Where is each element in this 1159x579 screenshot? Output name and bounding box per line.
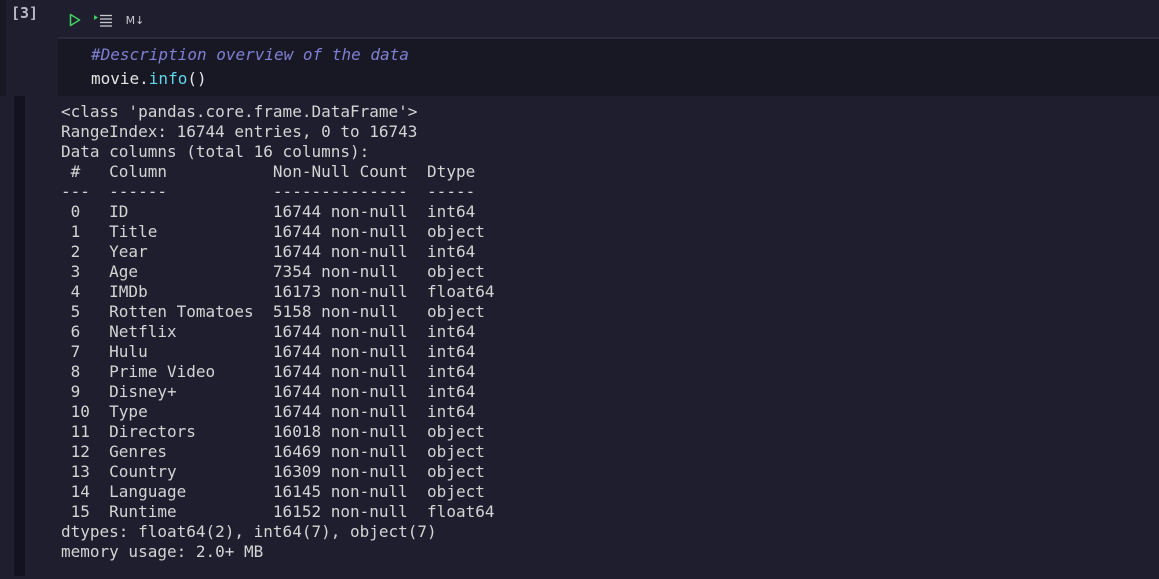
output-line: 0 ID 16744 non-null int64: [61, 202, 495, 221]
code-object: movie.: [91, 69, 149, 88]
output-line: 13 Country 16309 non-null object: [61, 462, 495, 481]
output-line: # Column Non-Null Count Dtype: [61, 162, 495, 181]
output-line: 11 Directors 16018 non-null object: [61, 422, 495, 441]
output-line: 9 Disney+ 16744 non-null int64: [61, 382, 495, 401]
code-method: info: [148, 69, 188, 88]
output-line: 1 Title 16744 non-null object: [61, 222, 495, 241]
output-line: 5 Rotten Tomatoes 5158 non-null object: [61, 302, 495, 321]
play-icon: [69, 13, 81, 27]
cell-toolbar: M↓: [58, 4, 1159, 36]
run-cell-button[interactable]: [66, 10, 84, 30]
output-text: <class 'pandas.core.frame.DataFrame'> Ran…: [61, 102, 494, 562]
output-line: 14 Language 16145 non-null object: [61, 482, 495, 501]
output-line: 7 Hulu 16744 non-null int64: [61, 342, 495, 361]
markdown-toggle-button[interactable]: M↓: [124, 10, 146, 30]
execution-count: [3]: [11, 4, 39, 22]
output-line: 6 Netflix 16744 non-null int64: [61, 322, 495, 341]
output-line: 12 Genres 16469 non-null object: [61, 442, 495, 461]
output-line: <class 'pandas.core.frame.DataFrame'>: [61, 102, 418, 121]
output-line: memory usage: 2.0+ MB: [61, 542, 264, 561]
run-below-icon: [94, 14, 112, 27]
cell-gutter: [0, 0, 6, 96]
output-line: 2 Year 16744 non-null int64: [61, 242, 495, 261]
output-line: RangeIndex: 16744 entries, 0 to 16743: [61, 122, 418, 141]
output-line: dtypes: float64(2), int64(7), object(7): [61, 522, 437, 541]
notebook-cell: [3] M↓ #Description overview of the data…: [0, 0, 1159, 579]
output-line: 8 Prime Video 16744 non-null int64: [61, 362, 495, 381]
run-below-button[interactable]: [92, 10, 114, 30]
output-line: 4 IMDb 16173 non-null float64: [61, 282, 495, 301]
output-line: Data columns (total 16 columns):: [61, 142, 370, 161]
output-collapse-bar[interactable]: [14, 96, 25, 576]
output-line: 10 Type 16744 non-null int64: [61, 402, 495, 421]
output-line: --- ------ -------------- -----: [61, 182, 495, 201]
code-args: (): [187, 69, 207, 88]
output-line: 15 Runtime 16152 non-null float64: [61, 502, 495, 521]
code-comment-line: #Description overview of the data: [91, 45, 409, 64]
output-line: 3 Age 7354 non-null object: [61, 262, 495, 281]
code-statement-line: movie.info(): [91, 69, 207, 88]
code-editor[interactable]: #Description overview of the data movie.…: [58, 37, 1159, 96]
